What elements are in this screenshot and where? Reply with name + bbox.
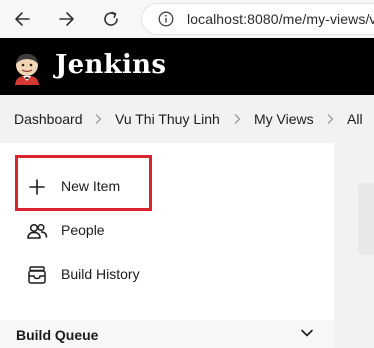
url-text[interactable]: localhost:8080/me/my-views/v	[187, 11, 374, 27]
chevron-down-icon[interactable]	[300, 328, 314, 338]
task-build-history[interactable]: Build History	[18, 254, 318, 294]
arrow-right-icon	[59, 12, 74, 26]
breadcrumb-item-user[interactable]: Vu Thi Thuy Linh	[115, 111, 220, 127]
chevron-right-icon	[327, 114, 334, 124]
build-queue-title[interactable]: Build Queue	[16, 327, 98, 343]
breadcrumb-item-my-views[interactable]: My Views	[254, 111, 314, 127]
page: localhost:8080/me/my-views/v Jenkins Das…	[0, 0, 374, 348]
chevron-right-icon	[95, 114, 102, 124]
task-label-build-history[interactable]: Build History	[61, 266, 140, 282]
jenkins-logo-icon[interactable]	[10, 51, 44, 85]
breadcrumb-item-all[interactable]: All	[347, 111, 363, 127]
main-panel-card-edge	[358, 183, 374, 255]
info-icon[interactable]	[158, 11, 174, 27]
highlight-box	[15, 155, 152, 211]
breadcrumb: Dashboard Vu Thi Thuy Linh My Views All	[0, 95, 374, 143]
build-queue-header[interactable]: Build Queue	[0, 320, 334, 348]
task-people[interactable]: People	[18, 210, 318, 250]
arrow-left-icon	[15, 12, 30, 26]
jenkins-header: Jenkins	[0, 38, 374, 95]
reload-button[interactable]	[97, 5, 125, 33]
chevron-right-icon	[234, 114, 241, 124]
address-bar[interactable]: localhost:8080/me/my-views/v	[141, 3, 374, 35]
forward-button[interactable]	[53, 5, 81, 33]
side-panel: New Item People Build History	[0, 143, 374, 348]
reload-icon	[104, 11, 118, 26]
breadcrumb-item-dashboard[interactable]: Dashboard	[14, 111, 83, 127]
task-label-people[interactable]: People	[61, 222, 105, 238]
people-icon	[27, 223, 48, 239]
back-button[interactable]	[8, 5, 36, 33]
jenkins-brand[interactable]: Jenkins	[55, 50, 166, 80]
build-history-icon	[28, 266, 46, 284]
browser-toolbar: localhost:8080/me/my-views/v	[0, 0, 374, 38]
